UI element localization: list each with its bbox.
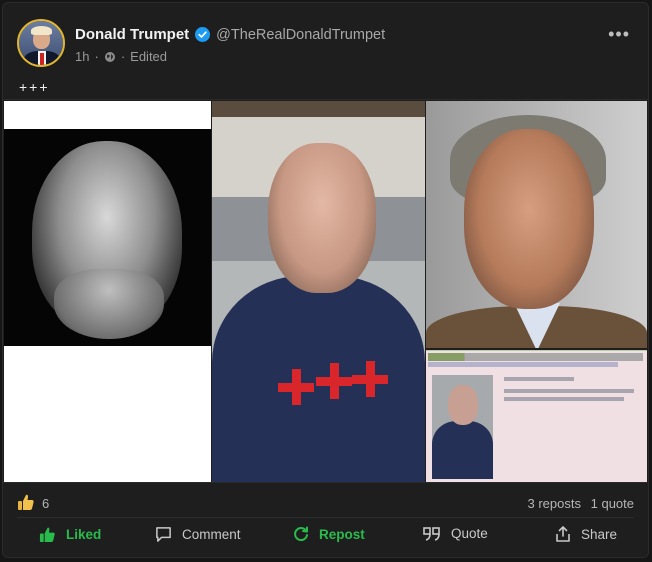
post-text: +++	[19, 79, 50, 95]
post-meta: 1h · · Edited	[75, 49, 167, 64]
repost-icon	[294, 526, 308, 542]
share-label: Share	[581, 526, 618, 542]
divider	[17, 517, 634, 518]
author-line: Donald Trumpet @TheRealDonaldTrumpet	[75, 26, 385, 43]
post-card: Donald Trumpet @TheRealDonaldTrumpet 1h …	[2, 2, 649, 558]
post-time[interactable]: 1h	[75, 49, 89, 64]
comment-icon	[156, 527, 171, 542]
comment-label: Comment	[182, 527, 241, 542]
comment-button[interactable]: Comment	[155, 526, 241, 543]
verified-badge-icon	[195, 27, 211, 42]
post-header: Donald Trumpet @TheRealDonaldTrumpet 1h …	[17, 17, 634, 69]
like-button[interactable]: Liked	[39, 526, 101, 543]
reposts-count[interactable]: 3 reposts	[528, 496, 581, 511]
quotes-count[interactable]: 1 quote	[591, 496, 634, 511]
share-icon	[556, 526, 570, 542]
media-grid	[3, 99, 648, 483]
quote-label: Quote	[451, 526, 488, 541]
quote-button[interactable]: Quote	[423, 526, 488, 541]
like-label: Liked	[66, 527, 102, 542]
media-image-3[interactable]	[426, 101, 647, 348]
avatar[interactable]	[17, 19, 65, 67]
repost-button[interactable]: Repost	[293, 526, 365, 542]
engagement-counts: 6 3 reposts 1 quote	[17, 491, 634, 515]
more-options-icon[interactable]: •••	[608, 25, 630, 43]
author-handle[interactable]: @TheRealDonaldTrumpet	[216, 27, 385, 43]
thumbs-up-icon	[39, 527, 55, 543]
author-name[interactable]: Donald Trumpet	[75, 26, 189, 43]
thumbs-up-icon	[18, 494, 34, 510]
share-button[interactable]: Share	[555, 526, 617, 542]
globe-icon	[104, 51, 115, 62]
repost-label: Repost	[319, 526, 365, 542]
share-counts: 3 reposts 1 quote	[522, 496, 634, 511]
separator: ·	[94, 49, 99, 64]
separator: ·	[120, 49, 126, 64]
edited-label[interactable]: Edited	[130, 49, 167, 64]
media-image-2[interactable]	[212, 101, 425, 482]
quote-icon	[423, 526, 440, 541]
media-image-4[interactable]	[426, 350, 647, 482]
media-image-1[interactable]	[4, 101, 211, 482]
like-count[interactable]: 6	[42, 496, 49, 511]
action-bar: Liked Comment Repost Quote Share	[3, 519, 648, 557]
